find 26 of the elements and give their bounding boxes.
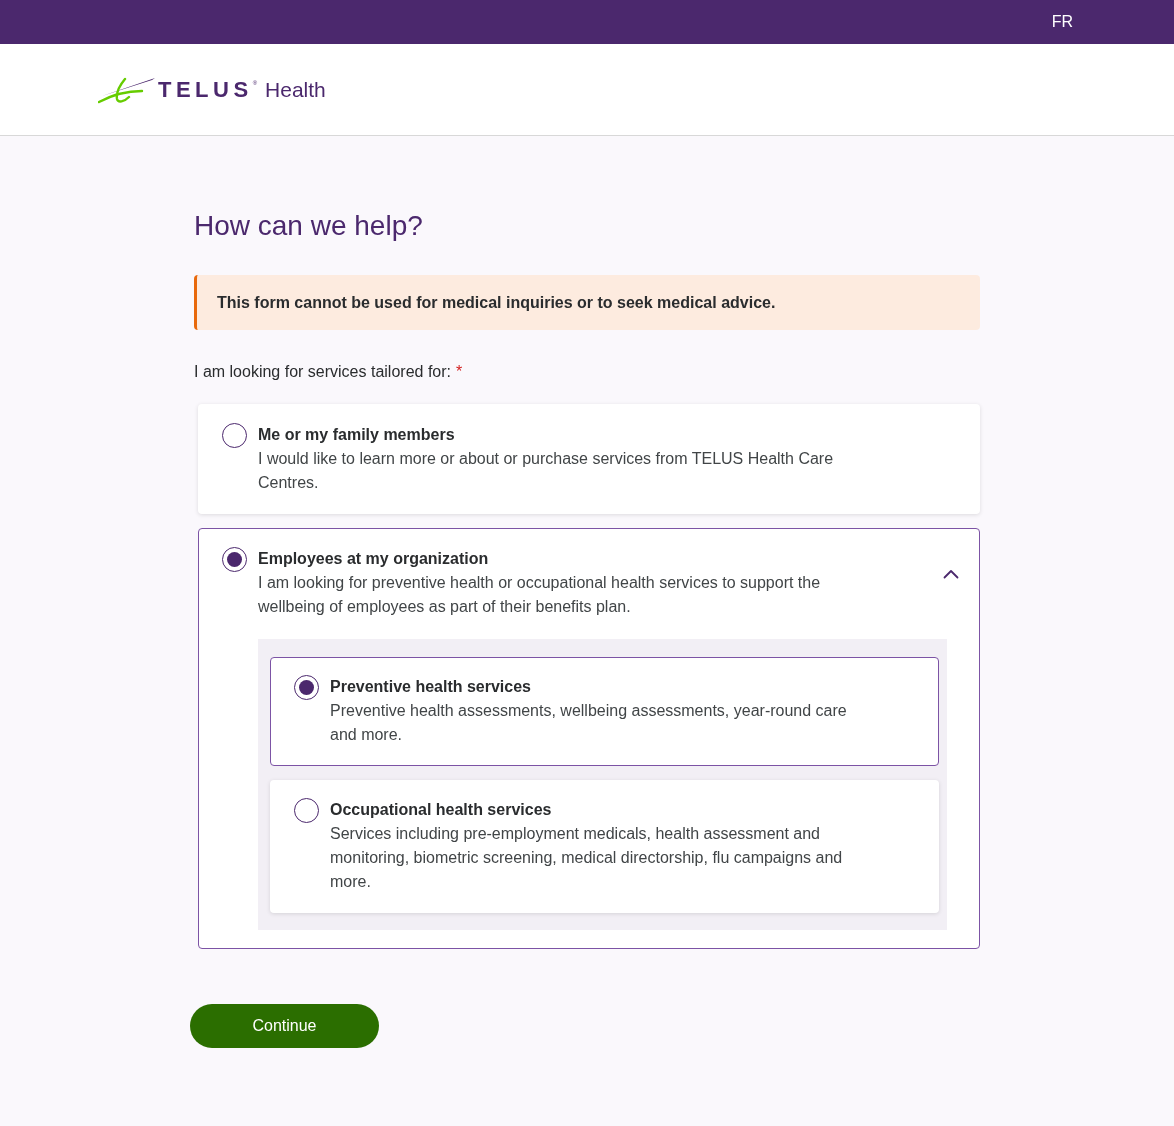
radio-button[interactable] [222,423,247,448]
option-title: Occupational health services [330,800,553,820]
logo-wordmark: TELUS [158,77,253,102]
option-card[interactable]: Me or my family members I would like to learn more or about or purchase services from TELUS Health Care Centres. [198,404,980,514]
option-title: Me or my family members [258,425,456,445]
option-description: Preventive health assessments, wellbeing assessments, year-round care and more. [330,701,848,745]
field-label: I am looking for services tailored for: [194,362,451,382]
option-description: Services including pre-employment medicals, health assessment and monitoring, biometric screening, medical directorship, flu campaigns and more. [330,824,844,892]
language-link[interactable]: FR [1051,12,1073,32]
warning-alert: This form cannot be used for medical inquiries or to seek medical advice. [194,275,980,330]
chevron-up-icon[interactable] [943,569,959,579]
continue-button[interactable]: Continue [190,1004,379,1048]
option-card[interactable] [198,528,980,949]
logo-product-name: Health [265,77,326,102]
required-asterisk: * [456,362,463,382]
option-description: I am looking for preventive health or occupational health services to support the wellbeing of employees as part of their benefits plan. [258,573,822,617]
radio-button[interactable] [222,547,247,572]
radio-button[interactable] [294,675,319,700]
page-title: How can we help? [194,209,424,243]
option-card[interactable]: Preventive health services Preventive health assessments, wellbeing assessments, year-round care and more. [270,657,939,766]
radio-button[interactable] [294,798,319,823]
option-description: I would like to learn more or about or purchase services from TELUS Health Care Centres. [258,449,835,493]
option-title: Employees at my organization [258,549,490,569]
option-card[interactable]: Occupational health services Services including pre-employment medicals, health assessment and monitoring, biometric screening, medical directorship, flu campaigns and more. [270,780,939,913]
option-title: Preventive health services [330,677,532,697]
logo-icon [98,75,156,104]
